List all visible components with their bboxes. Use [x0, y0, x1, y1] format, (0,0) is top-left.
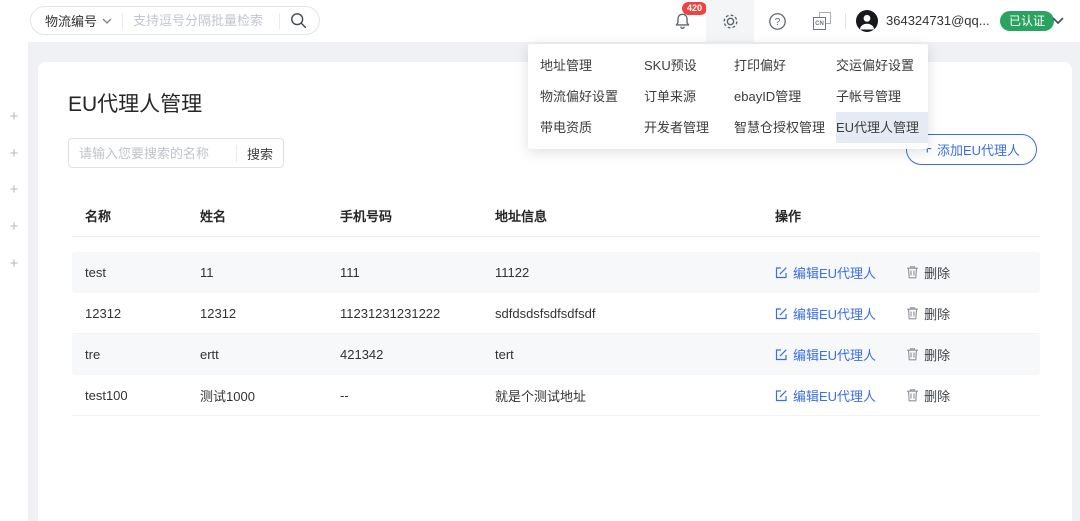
edit-eu-agent-link[interactable]: 编辑EU代理人: [775, 263, 876, 282]
table-body: test 11 111 11122 编辑EU代理人 删除 12312: [72, 252, 1040, 416]
delete-link[interactable]: 删除: [906, 345, 950, 364]
cell-name: test100: [72, 388, 194, 403]
edit-eu-agent-link[interactable]: 编辑EU代理人: [775, 304, 876, 323]
avatar-icon: [856, 10, 878, 32]
menu-item-smart-warehouse-auth[interactable]: 智慧仓授权管理: [734, 112, 836, 143]
plus-icon[interactable]: +: [0, 218, 28, 235]
table-header-row: 名称 姓名 手机号码 地址信息 操作: [72, 195, 1040, 237]
global-search: 物流编号: [30, 6, 320, 35]
svg-text:?: ?: [774, 17, 780, 28]
menu-item-ebayid-management[interactable]: ebayID管理: [734, 81, 836, 112]
table-row: tre ertt 421342 tert 编辑EU代理人 删除: [72, 334, 1040, 375]
menu-item-order-source[interactable]: 订单来源: [644, 81, 734, 112]
eu-agent-table: 名称 姓名 手机号码 地址信息 操作 test 11 111 11122 编辑E…: [72, 195, 1040, 416]
menu-item-address-management[interactable]: 地址管理: [540, 50, 644, 81]
table-row: 12312 12312 11231231231222 sdfdsdsfsdfsd…: [72, 293, 1040, 334]
menu-item-logistics-preference[interactable]: 物流偏好设置: [540, 81, 644, 112]
column-header-actions: 操作: [769, 206, 1040, 225]
trash-icon: [906, 306, 919, 320]
chevron-down-icon: [1052, 17, 1064, 25]
cell-name: 12312: [72, 306, 194, 321]
cell-fullname: 11: [194, 265, 334, 280]
global-search-input[interactable]: [133, 13, 269, 28]
delete-link[interactable]: 删除: [906, 304, 950, 323]
column-header-name: 名称: [72, 206, 194, 225]
name-search-input[interactable]: [69, 146, 236, 161]
menu-item-shipping-preference[interactable]: 交运偏好设置: [836, 50, 928, 81]
help-button[interactable]: ?: [754, 0, 800, 42]
cell-address: sdfdsdsfsdfsdfsdf: [489, 306, 769, 321]
settings-button[interactable]: [706, 0, 754, 42]
edit-eu-agent-link[interactable]: 编辑EU代理人: [775, 345, 876, 364]
menu-item-eu-agent-management[interactable]: EU代理人管理: [836, 112, 928, 143]
cell-phone: 11231231231222: [334, 306, 489, 321]
edit-icon: [775, 389, 788, 402]
cell-fullname: 12312: [194, 306, 334, 321]
table-row: test100 测试1000 -- 就是个测试地址 编辑EU代理人 删除: [72, 375, 1040, 416]
cell-phone: 421342: [334, 347, 489, 362]
menu-item-subaccount-management[interactable]: 子帐号管理: [836, 81, 928, 112]
collapsed-sidebar: + + + + +: [0, 42, 28, 521]
cell-name: tre: [72, 347, 194, 362]
trash-icon: [906, 388, 919, 402]
edit-icon: [775, 348, 788, 361]
search-icon[interactable]: [290, 12, 307, 29]
topbar: 物流编号 420 ? CN: [0, 0, 1080, 42]
plus-icon[interactable]: +: [0, 145, 28, 162]
search-button[interactable]: 搜索: [237, 144, 283, 163]
delete-link[interactable]: 删除: [906, 263, 950, 282]
menu-item-print-preference[interactable]: 打印偏好: [734, 50, 836, 81]
trash-icon: [906, 347, 919, 361]
delete-link[interactable]: 删除: [906, 386, 950, 405]
notification-count-badge: 420: [682, 2, 707, 15]
language-switch-button[interactable]: CN: [800, 0, 844, 42]
plus-icon[interactable]: +: [0, 181, 28, 198]
column-header-address: 地址信息: [489, 206, 769, 225]
search-category-label: 物流编号: [45, 11, 97, 30]
table-row: test 11 111 11122 编辑EU代理人 删除: [72, 252, 1040, 293]
column-header-phone: 手机号码: [334, 206, 489, 225]
name-search-box: 搜索: [68, 138, 284, 168]
page-title: EU代理人管理: [68, 88, 202, 118]
username[interactable]: 364324731@qq...: [886, 0, 990, 42]
plus-icon[interactable]: +: [0, 108, 28, 125]
account-menu-toggle[interactable]: [1052, 0, 1064, 42]
menu-item-developer-management[interactable]: 开发者管理: [644, 112, 734, 143]
cell-address: tert: [489, 347, 769, 362]
edit-icon: [775, 266, 788, 279]
plus-icon[interactable]: +: [0, 255, 28, 272]
cell-name: test: [72, 265, 194, 280]
gear-icon: [721, 12, 740, 31]
divider: [845, 13, 846, 29]
search-category-dropdown[interactable]: 物流编号: [45, 11, 112, 30]
cell-address: 11122: [489, 265, 769, 280]
cell-fullname: ertt: [194, 347, 334, 362]
language-cn-icon: CN: [813, 12, 831, 30]
settings-dropdown-menu: 地址管理 SKU预设 打印偏好 交运偏好设置 物流偏好设置 订单来源 ebayI…: [528, 44, 928, 149]
chevron-down-icon: [102, 18, 112, 24]
divider: [122, 13, 123, 29]
avatar[interactable]: [856, 10, 878, 32]
edit-icon: [775, 307, 788, 320]
divider: [279, 13, 280, 29]
trash-icon: [906, 265, 919, 279]
cell-phone: 111: [334, 265, 489, 280]
cell-address: 就是个测试地址: [489, 386, 769, 405]
verified-badge[interactable]: 已认证: [1000, 11, 1054, 31]
help-icon: ?: [768, 12, 787, 31]
column-header-fullname: 姓名: [194, 206, 334, 225]
menu-item-sku-preset[interactable]: SKU预设: [644, 50, 734, 81]
edit-eu-agent-link[interactable]: 编辑EU代理人: [775, 386, 876, 405]
menu-item-battery-qualification[interactable]: 带电资质: [540, 112, 644, 143]
add-eu-agent-label: 添加EU代理人: [937, 140, 1020, 159]
notifications-button[interactable]: 420: [662, 0, 702, 42]
cell-fullname: 测试1000: [194, 386, 334, 405]
cell-phone: --: [334, 388, 489, 403]
